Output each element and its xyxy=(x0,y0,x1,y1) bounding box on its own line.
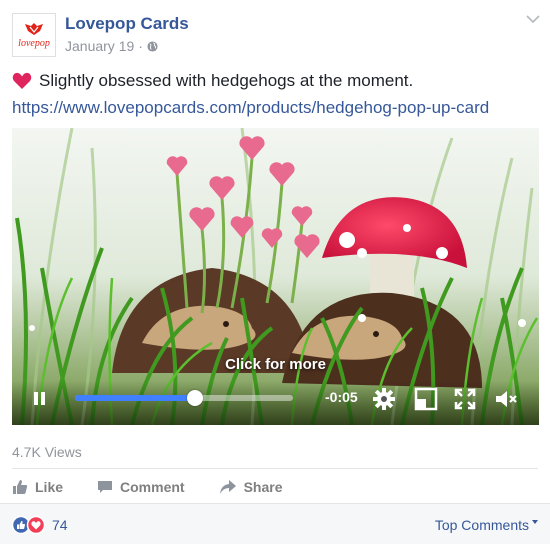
post-link[interactable]: https://www.lovepopcards.com/products/he… xyxy=(12,98,489,118)
reactions-bar: 74 Top Comments xyxy=(0,503,550,544)
like-label: Like xyxy=(35,479,64,495)
picture-in-picture-icon[interactable] xyxy=(414,387,438,411)
divider xyxy=(12,468,538,469)
comment-icon xyxy=(98,481,113,493)
pause-bar xyxy=(41,392,45,405)
view-count[interactable]: 4.7K Views xyxy=(12,444,82,460)
top-comments-dropdown[interactable]: Top Comments xyxy=(435,517,538,533)
click-for-more-label[interactable]: Click for more xyxy=(12,356,539,373)
video-controls: -0:05 xyxy=(12,381,539,425)
pause-button[interactable] xyxy=(32,390,48,406)
caret-down-icon xyxy=(532,520,538,524)
share-label: Share xyxy=(243,479,283,495)
mute-icon[interactable] xyxy=(494,387,518,411)
top-comments-label: Top Comments xyxy=(434,517,529,533)
reaction-icons[interactable] xyxy=(12,515,48,535)
fullscreen-icon[interactable] xyxy=(453,387,477,411)
time-remaining: -0:05 xyxy=(325,389,358,405)
page-name-link[interactable]: Lovepop Cards xyxy=(65,14,189,34)
facebook-post: lovepop Lovepop Cards January 19 · Sligh… xyxy=(0,0,550,544)
lovepop-logo: lovepop xyxy=(18,23,50,49)
globe-icon[interactable] xyxy=(147,40,158,52)
red-heart-icon xyxy=(12,72,32,89)
meta-separator: · xyxy=(138,38,143,54)
video-progress-bar[interactable] xyxy=(75,390,293,406)
video-progress-fill xyxy=(75,395,195,401)
like-button[interactable]: Like xyxy=(12,476,63,498)
share-arrow-icon xyxy=(219,480,236,494)
reaction-count[interactable]: 74 xyxy=(52,517,68,533)
chevron-down-icon[interactable] xyxy=(526,14,540,24)
post-meta: January 19 · xyxy=(65,38,158,54)
post-message: Slightly obsessed with hedgehogs at the … xyxy=(12,71,413,91)
video-progress-handle[interactable] xyxy=(186,390,203,406)
video-player[interactable]: Click for more -0:05 xyxy=(12,128,539,425)
share-button[interactable]: Share xyxy=(219,476,283,498)
thumbs-up-icon xyxy=(13,480,28,494)
comment-button[interactable]: Comment xyxy=(97,476,185,498)
avatar-logo-text: lovepop xyxy=(18,38,50,49)
action-bar: Like Comment Share xyxy=(12,476,317,498)
comment-label: Comment xyxy=(120,479,185,495)
post-message-text: Slightly obsessed with hedgehogs at the … xyxy=(39,71,414,90)
gear-icon[interactable] xyxy=(372,387,396,411)
page-avatar[interactable]: lovepop xyxy=(12,13,56,57)
pause-bar xyxy=(34,392,38,405)
post-date[interactable]: January 19 xyxy=(65,38,134,54)
